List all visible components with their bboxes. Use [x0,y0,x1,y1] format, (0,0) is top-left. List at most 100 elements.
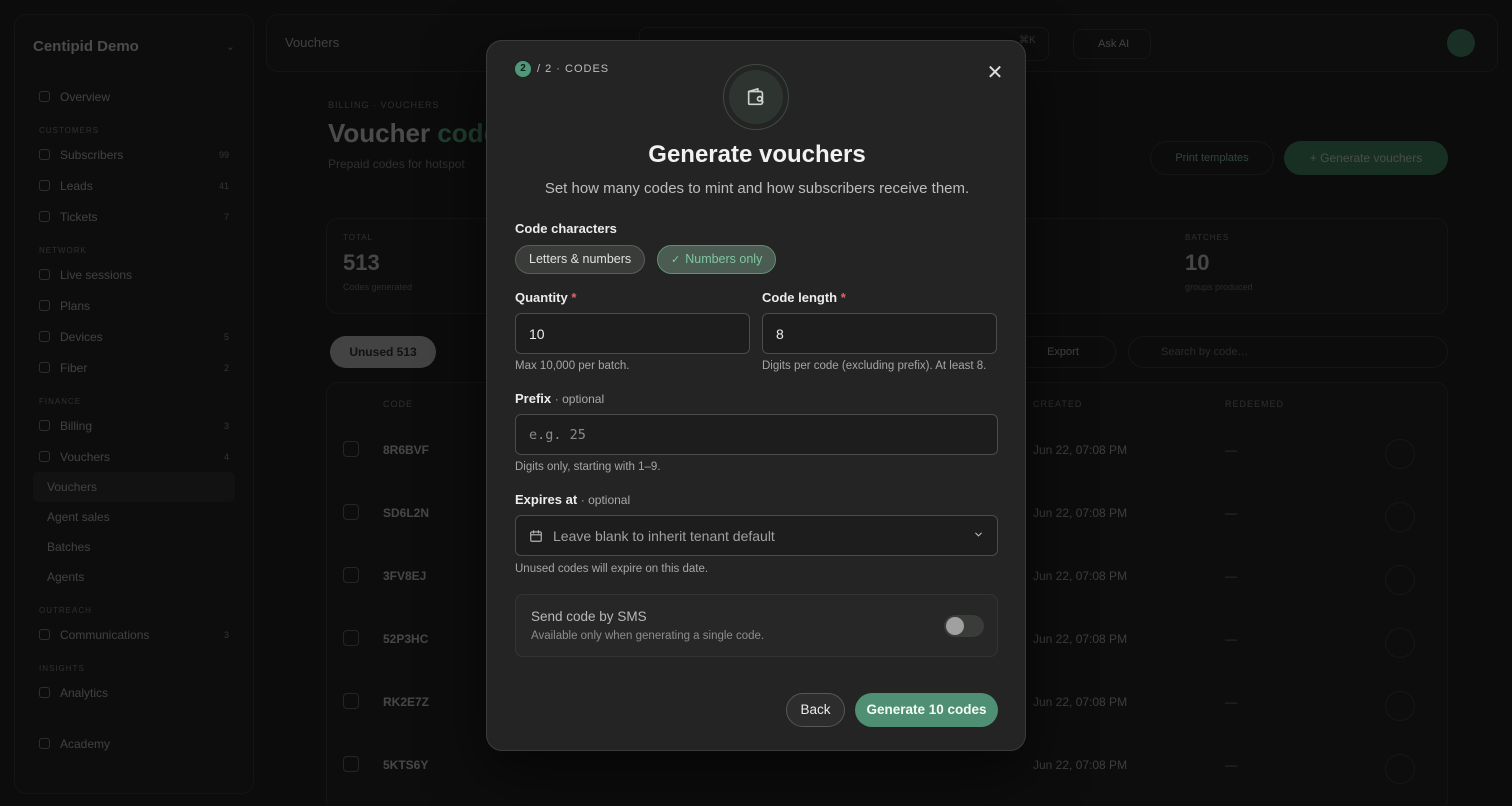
quantity-help: Max 10,000 per batch. [515,360,630,372]
avatar[interactable] [1447,29,1475,57]
toggle-knob [946,617,964,635]
receipt-icon [39,420,50,431]
sms-subtitle: Available only when generating a single … [531,630,765,642]
wifi-icon [39,269,50,280]
sidebar-item-leads[interactable]: Leads 41 [33,170,235,201]
row-checkbox[interactable] [343,756,359,772]
graduation-cap-icon [39,738,50,749]
code-length-help: Digits per code (excluding prefix). At l… [762,360,987,372]
row-actions-button[interactable] [1385,691,1415,721]
option-letters-and-numbers[interactable]: Letters & numbers [515,245,646,274]
sidebar-subitem-batches[interactable]: Batches [33,532,235,562]
row-checkbox[interactable] [343,504,359,520]
expires-at-label: Expires at · optional [515,492,631,507]
row-checkbox[interactable] [343,441,359,457]
grid-icon [39,91,50,102]
prefix-help: Digits only, starting with 1–9. [515,461,661,473]
option-numbers-only[interactable]: ✓ Numbers only [657,245,777,274]
target-icon [39,180,50,191]
page-subtitle: Prepaid codes for hotspot [328,157,465,171]
prefix-label: Prefix · optional [515,391,605,406]
sidebar-item-devices[interactable]: Devices 5 [33,321,235,352]
row-actions-button[interactable] [1385,565,1415,595]
code-search-input[interactable]: Search by code… [1128,336,1448,368]
nav-group-network: NETWORK [39,246,87,255]
row-checkbox[interactable] [343,567,359,583]
sidebar-item-subscribers[interactable]: Subscribers 99 [33,139,235,170]
workspace-name: Centipid Demo [33,37,139,55]
router-icon [39,331,50,342]
filter-chip-unused[interactable]: Unused 513 [330,336,436,368]
print-templates-button[interactable]: Print templates [1150,141,1274,175]
sidebar-item-academy[interactable]: Academy [33,728,235,759]
sidebar-subitem-agents[interactable]: Agents [33,562,235,592]
dialog-subtitle: Set how many codes to mint and how subsc… [544,180,970,197]
sms-title: Send code by SMS [531,609,647,624]
row-code: SD6L2N [383,506,430,520]
expires-at-date-picker[interactable]: Leave blank to inherit tenant default [515,515,998,556]
sidebar-item-overview[interactable]: Overview [33,81,235,112]
row-code: 3FV8EJ [383,569,427,583]
quantity-input[interactable]: 10 [515,313,750,354]
row-code: 52P3HC [383,632,429,646]
row-checkbox[interactable] [343,693,359,709]
back-button[interactable]: Back [786,693,845,727]
generate-vouchers-dialog: 2 / 2 · CODES ✕ Generate vouchers Set ho… [486,40,1026,751]
sidebar-subitem-agent-sales[interactable]: Agent sales [33,502,235,532]
close-icon[interactable]: ✕ [983,61,1007,85]
users-icon [39,149,50,160]
nav-group-customers: CUSTOMERS [39,126,99,135]
expires-at-placeholder: Leave blank to inherit tenant default [553,527,775,544]
workspace-switcher[interactable]: Centipid Demo ⌄ [33,31,235,61]
sidebar-item-communications[interactable]: Communications 3 [33,619,235,650]
sidebar-item-analytics[interactable]: Analytics [33,677,235,708]
row-redeemed: — [1225,695,1237,709]
sidebar-item-vouchers[interactable]: Vouchers 4 [33,441,235,472]
ticket-icon [39,211,50,222]
calendar-icon [529,529,543,543]
megaphone-icon [39,629,50,640]
hero-badge [723,64,789,130]
row-actions-button[interactable] [1385,502,1415,532]
row-redeemed: — [1225,506,1237,520]
row-actions-button[interactable] [1385,754,1415,784]
sidebar: Centipid Demo ⌄ Overview CUSTOMERS Subsc… [14,14,254,794]
step-number-badge: 2 [515,61,531,77]
page-title: Voucher codes [328,118,513,148]
sidebar-item-billing[interactable]: Billing 3 [33,410,235,441]
sidebar-item-fiber[interactable]: Fiber 2 [33,352,235,383]
sms-toggle[interactable] [944,615,984,637]
step-label: / 2 · CODES [537,63,610,75]
row-redeemed: — [1225,632,1237,646]
row-checkbox[interactable] [343,630,359,646]
stat-total: TOTAL 513 Codes generated [343,233,413,292]
code-characters-label: Code characters [515,221,617,236]
generate-codes-button[interactable]: Generate 10 codes [855,693,998,727]
generate-vouchers-button[interactable]: + Generate vouchers [1284,141,1448,175]
sidebar-item-tickets[interactable]: Tickets 7 [33,201,235,232]
chevron-down-icon: ⌄ [225,40,235,53]
breadcrumb: BILLING · VOUCHERS [328,100,440,110]
row-code: RK2E7Z [383,695,430,709]
row-actions-button[interactable] [1385,439,1415,469]
sidebar-subitem-vouchers[interactable]: Vouchers [33,472,235,502]
row-redeemed: — [1225,443,1237,457]
sidebar-item-live-sessions[interactable]: Live sessions [33,259,235,290]
row-created: Jun 22, 07:08 PM [1033,632,1128,646]
layers-icon [39,300,50,311]
nav-group-finance: FINANCE [39,397,82,406]
dialog-title: Generate vouchers [648,141,866,168]
code-length-input[interactable]: 8 [762,313,997,354]
row-created: Jun 22, 07:08 PM [1033,569,1128,583]
sms-option-card: Send code by SMS Available only when gen… [515,594,998,657]
chart-icon [39,687,50,698]
row-actions-button[interactable] [1385,628,1415,658]
row-created: Jun 22, 07:08 PM [1033,758,1128,772]
ask-ai-button[interactable]: Ask AI [1073,29,1151,59]
table-row[interactable]: 5KTS6Y Jun 22, 07:08 PM — [327,742,1449,805]
sidebar-item-plans[interactable]: Plans [33,290,235,321]
step-indicator: 2 / 2 · CODES [515,61,609,77]
row-redeemed: — [1225,758,1237,772]
row-redeemed: — [1225,569,1237,583]
prefix-input[interactable]: e.g. 25 [515,414,998,455]
